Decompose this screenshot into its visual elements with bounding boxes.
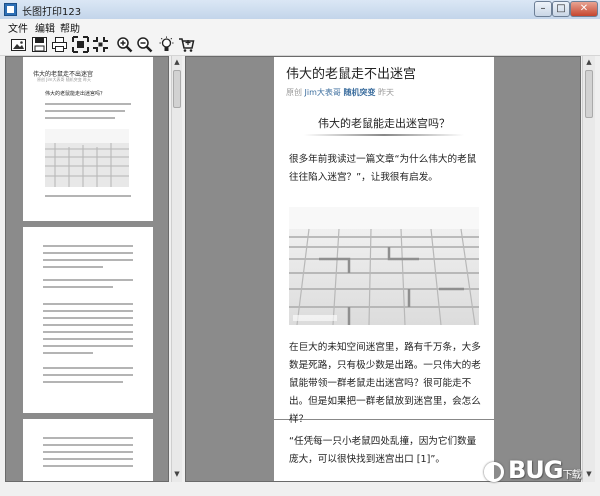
- watermark-suffix: 下载: [562, 470, 581, 481]
- window-title: 长图打印123: [22, 7, 82, 18]
- thumbnail-text-line: [43, 245, 133, 247]
- main-scrollbar[interactable]: ▲ ▼: [582, 56, 595, 482]
- article-heading: 伟大的老鼠能走出迷宫吗？: [318, 117, 450, 130]
- thumbnail-panel[interactable]: 伟大的老鼠走不出迷宫 原创 Jim大表哥 随机突变 昨天 伟大的老鼠能走出迷宫吗…: [5, 56, 169, 482]
- scroll-down-arrow[interactable]: ▼: [584, 469, 594, 480]
- app-icon: [4, 3, 17, 16]
- meta-original: 原创: [286, 88, 302, 97]
- toolbar: [0, 33, 600, 56]
- thumbnail-text-line: [43, 381, 123, 383]
- actual-size-icon[interactable]: [92, 36, 109, 53]
- scroll-up-arrow[interactable]: ▲: [584, 57, 594, 68]
- title-bar: 长图打印123 – □ ✕: [0, 0, 600, 20]
- thumbnail-text-line: [45, 117, 115, 119]
- thumbnail-page-3[interactable]: [23, 419, 153, 481]
- main-preview-panel[interactable]: 伟大的老鼠走不出迷宫 原创 Jim大表哥 随机突变 昨天 伟大的老鼠能走出迷宫吗…: [185, 56, 581, 482]
- thumbnail-text-line: [43, 331, 133, 333]
- article-paragraph-3: “任凭每一只小老鼠四处乱撞，因为它们数量庞大，可以很快找到迷宫出口 [1]”。: [289, 436, 477, 465]
- zoom-in-icon[interactable]: [116, 36, 133, 53]
- maze-image: [289, 207, 479, 325]
- bulb-icon[interactable]: [158, 36, 175, 53]
- print-icon[interactable]: [51, 36, 68, 53]
- thumbnail-text-line: [45, 110, 125, 112]
- thumbnail-heading: 伟大的老鼠能走出迷宫吗？: [45, 91, 106, 97]
- article-paragraph-1: 很多年前我读过一篇文章“为什么伟大的老鼠往往陷入迷宫？”，让我很有启发。: [289, 154, 477, 183]
- thumbnail-text-line: [45, 195, 131, 197]
- open-image-icon[interactable]: [10, 36, 27, 53]
- thumbnail-text-line: [45, 103, 131, 105]
- thumbnail-text-line: [43, 252, 133, 254]
- fit-page-icon[interactable]: [72, 36, 89, 53]
- scroll-down-arrow[interactable]: ▼: [172, 469, 182, 480]
- thumbnail-page-2[interactable]: [23, 227, 153, 413]
- thumbnail-page-1[interactable]: 伟大的老鼠走不出迷宫 原创 Jim大表哥 随机突变 昨天 伟大的老鼠能走出迷宫吗…: [23, 57, 153, 221]
- thumbnail-text-line: [43, 259, 133, 261]
- thumbnail-maze-image: [45, 129, 129, 187]
- meta-account[interactable]: 随机突变: [343, 88, 375, 97]
- thumbnail-text-line: [43, 437, 133, 439]
- cart-icon[interactable]: [178, 36, 195, 53]
- meta-date: 昨天: [378, 88, 395, 97]
- thumbnail-scroll-thumb[interactable]: [173, 70, 181, 108]
- thumbnail-text-line: [43, 286, 113, 288]
- thumbnail-text-line: [43, 266, 103, 268]
- thumbnail-text-line: [43, 317, 133, 319]
- thumbnail-text-line: [43, 444, 133, 446]
- scroll-up-arrow[interactable]: ▲: [172, 57, 182, 68]
- save-icon[interactable]: [31, 36, 48, 53]
- thumbnail-text-line: [43, 345, 133, 347]
- thumbnail-text-line: [43, 324, 133, 326]
- watermark-text: BUG: [508, 456, 563, 484]
- menu-bar: 文件 编辑 帮助: [0, 19, 600, 35]
- minimize-button[interactable]: –: [534, 1, 552, 17]
- thumbnail-text-line: [43, 303, 133, 305]
- thumbnail-text-line: [43, 338, 133, 340]
- zoom-out-icon[interactable]: [136, 36, 153, 53]
- thumbnail-text-line: [43, 279, 133, 281]
- thumbnail-text-line: [43, 458, 133, 460]
- article-paragraph-2: 在巨大的未知空间迷宫里，路有千万条，大多数是死路，只有极少数是出路。一只伟大的老…: [289, 342, 481, 425]
- article-meta: 原创 Jim大表哥 随机突变 昨天: [286, 87, 394, 98]
- thumbnail-text-line: [43, 310, 133, 312]
- main-scroll-thumb[interactable]: [585, 70, 593, 118]
- meta-author[interactable]: Jim大表哥: [305, 88, 341, 97]
- thumbnail-text-line: [43, 374, 133, 376]
- watermark: BUG下载: [478, 456, 581, 484]
- close-button[interactable]: ✕: [570, 1, 598, 17]
- thumbnail-text-line: [43, 465, 133, 467]
- heading-divider: [304, 134, 464, 136]
- thumbnail-text-line: [43, 367, 133, 369]
- thumbnail-text-line: [43, 451, 133, 453]
- thumbnail-text-line: [43, 352, 93, 354]
- thumbnail-meta: 原创 Jim大表哥 随机突变 昨天: [37, 77, 92, 82]
- thumbnail-scrollbar[interactable]: ▲ ▼: [171, 56, 182, 482]
- article-title: 伟大的老鼠走不出迷宫: [286, 67, 417, 82]
- article-page: 伟大的老鼠走不出迷宫 原创 Jim大表哥 随机突变 昨天 伟大的老鼠能走出迷宫吗…: [274, 57, 494, 481]
- maximize-button[interactable]: □: [552, 1, 570, 17]
